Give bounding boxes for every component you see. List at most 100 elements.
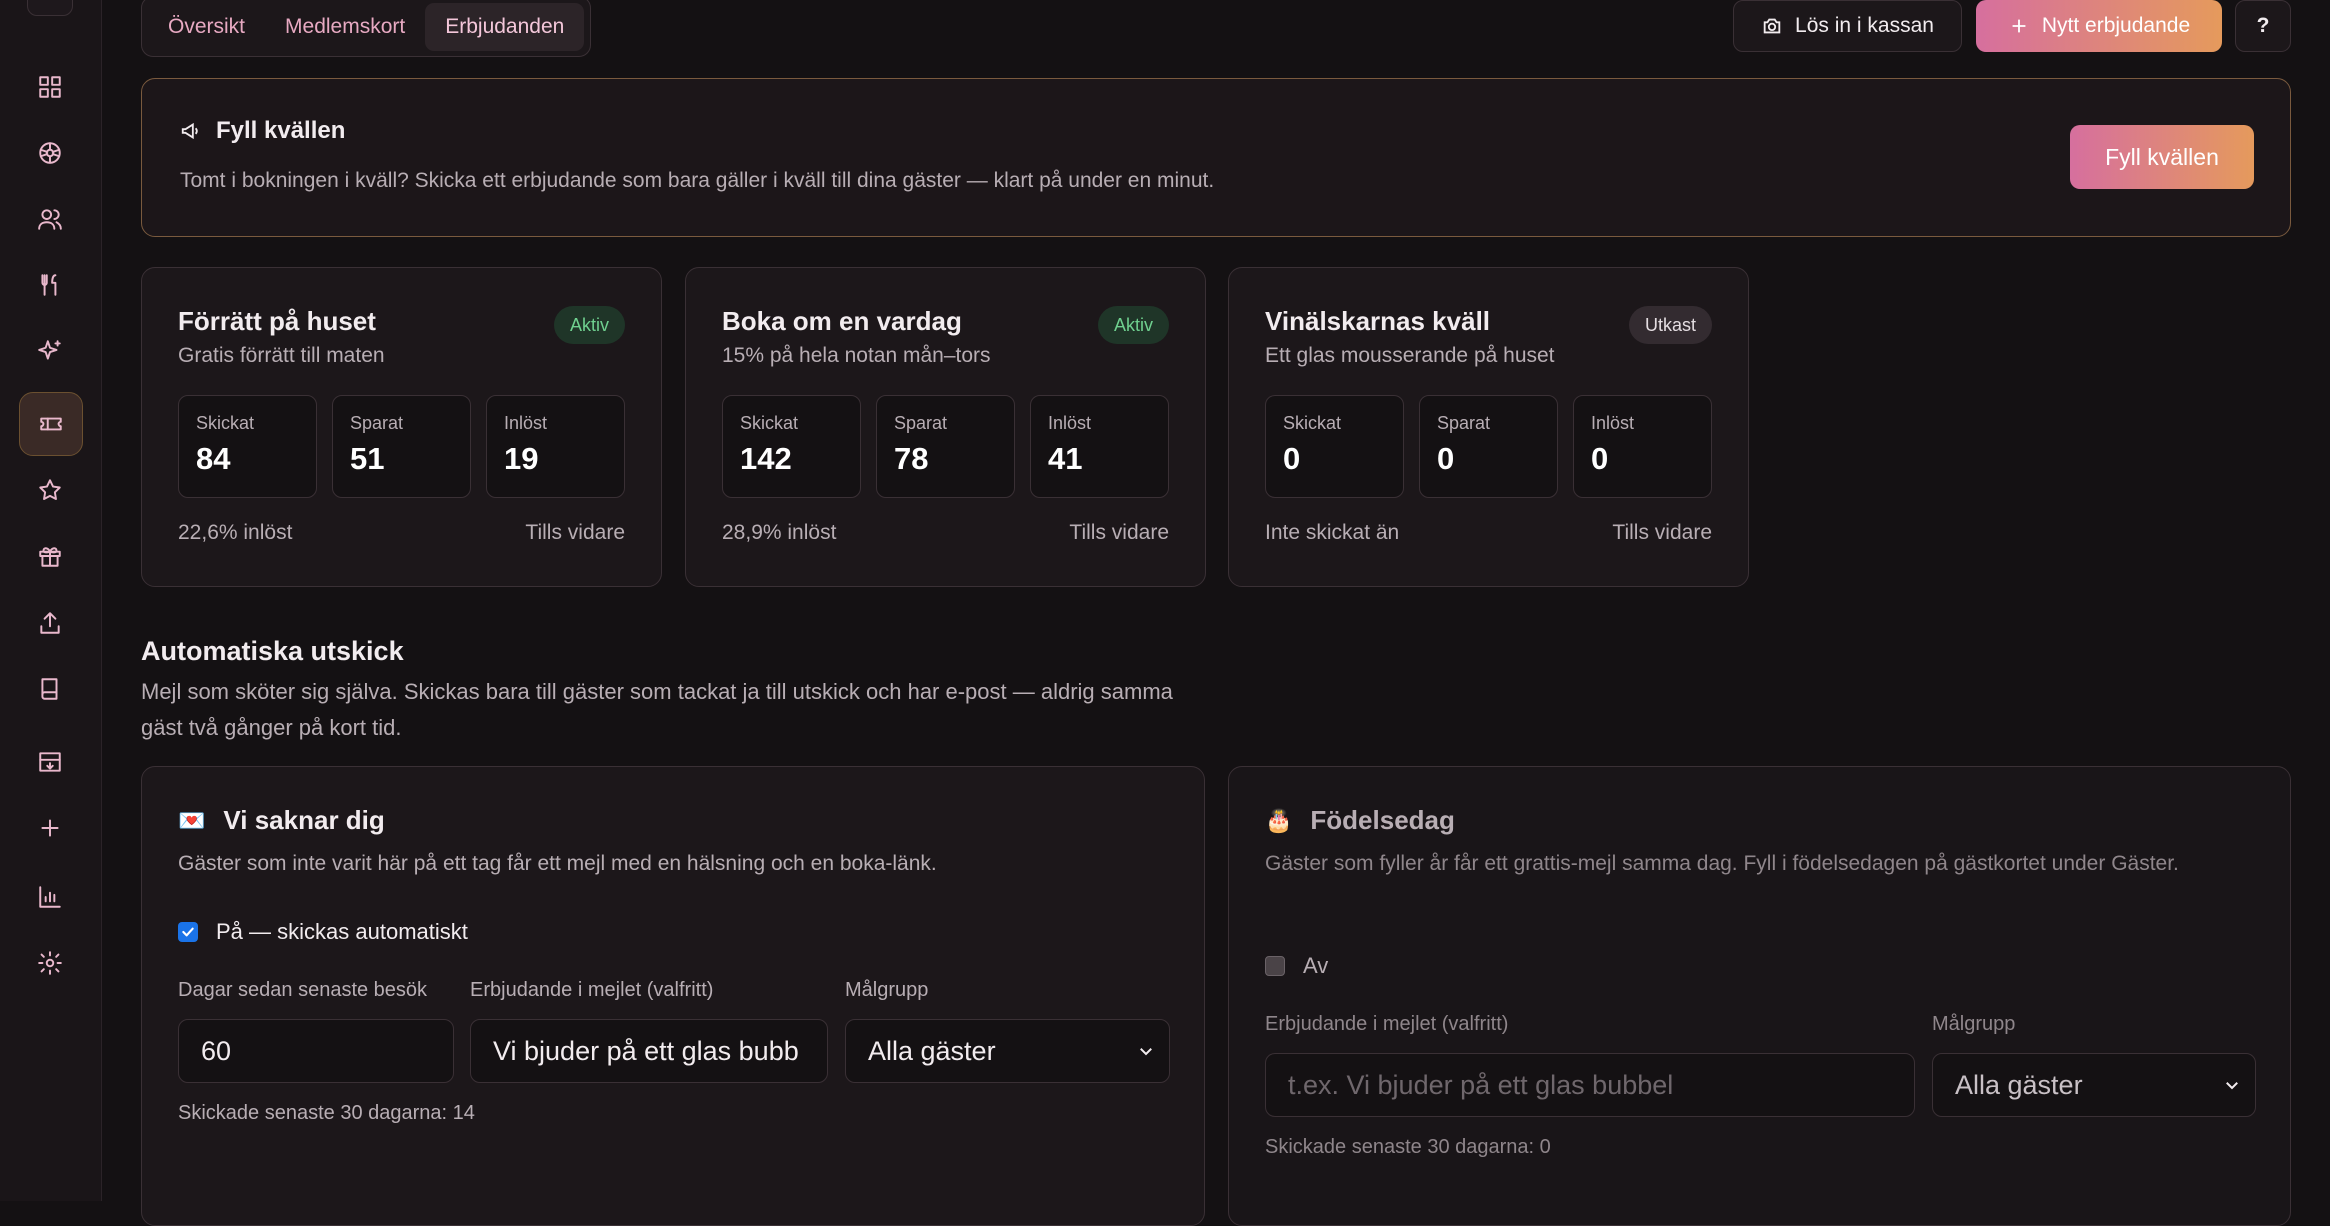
- offer-title: Vinälskarnas kväll: [1265, 306, 1491, 336]
- palette-icon: [39, 142, 61, 164]
- chevron-down-icon: [1140, 1048, 1152, 1056]
- sent-count: Skickade senaste 30 dagarna: 14: [178, 1102, 475, 1124]
- sidebar-item-menu[interactable]: [19, 254, 81, 316]
- sidebar-item-guests[interactable]: [19, 188, 81, 250]
- sparkles-icon: [38, 340, 61, 360]
- settings-users-icon: [38, 951, 62, 975]
- help-button[interactable]: ?: [2235, 0, 2291, 52]
- sidebar-item-settings[interactable]: [19, 932, 81, 994]
- cake-icon: 🎂: [1265, 807, 1293, 833]
- panel-title: 💌 Vi saknar dig: [178, 805, 385, 835]
- birthday-panel: 🎂 Födelsedag Gäster som fyller år får et…: [1228, 766, 2291, 1226]
- camera-icon: [1763, 18, 1781, 34]
- fill-evening-banner: Fyll kvällen Tomt i bokningen i kväll? S…: [141, 78, 2291, 237]
- archive-icon: [39, 752, 61, 772]
- panel-description: Gäster som fyller år får ett grattis-mej…: [1265, 852, 2179, 875]
- days-label: Dagar sedan senaste besök: [178, 979, 428, 1001]
- offer-label: Erbjudande i mejlet (valfritt): [470, 979, 714, 1001]
- audience-select[interactable]: Alla gäster: [845, 1019, 1170, 1083]
- megaphone-icon: [181, 122, 198, 140]
- sidebar-item-ai[interactable]: [19, 320, 81, 382]
- offer-card[interactable]: Boka om en vardag 15% på hela notan mån–…: [685, 267, 1206, 587]
- offer-input[interactable]: t.ex. Vi bjuder på ett glas bubbel: [1265, 1053, 1915, 1117]
- users-icon: [38, 209, 62, 230]
- stat-sent: Skickat 0: [1265, 395, 1404, 498]
- sidebar-collapse-button[interactable]: [27, 0, 73, 16]
- auto-send-toggle[interactable]: På — skickas automatiskt: [178, 919, 468, 945]
- stat-saved: Sparat 51: [332, 395, 471, 498]
- checkbox[interactable]: [178, 922, 198, 942]
- status-badge: Utkast: [1628, 306, 1712, 344]
- redemption-rate: Inte skickat än: [1265, 521, 1400, 544]
- section-title: Automatiska utskick: [141, 636, 404, 666]
- sent-count: Skickade senaste 30 dagarna: 0: [1265, 1136, 1551, 1158]
- offer-validity: Tills vidare: [1612, 521, 1712, 544]
- checkbox[interactable]: [1265, 956, 1285, 976]
- offer-validity: Tills vidare: [1069, 521, 1169, 544]
- sidebar: [0, 0, 102, 1201]
- gift-icon: [39, 547, 61, 567]
- offer-subtitle: 15% på hela notan mån–tors: [722, 344, 991, 367]
- offer-label: Erbjudande i mejlet (valfritt): [1265, 1013, 1509, 1035]
- banner-title: Fyll kvällen: [180, 117, 345, 145]
- plus-icon: [41, 819, 59, 837]
- tab-offers[interactable]: Erbjudanden: [425, 2, 585, 51]
- offer-subtitle: Gratis förrätt till maten: [178, 344, 385, 367]
- banner-description: Tomt i bokningen i kväll? Skicka ett erb…: [180, 169, 1215, 192]
- utensils-icon: [41, 274, 57, 296]
- tab-membership-cards[interactable]: Medlemskort: [265, 3, 425, 51]
- stat-redeemed: Inlöst 41: [1030, 395, 1169, 498]
- sidebar-item-design[interactable]: [19, 122, 81, 184]
- offer-title: Förrätt på huset: [178, 306, 376, 336]
- offer-input[interactable]: Vi bjuder på ett glas bubb: [470, 1019, 828, 1083]
- sidebar-item-gift-cards[interactable]: [19, 525, 81, 587]
- offer-title: Boka om en vardag: [722, 306, 962, 336]
- sidebar-item-offers[interactable]: [19, 392, 83, 456]
- upload-icon: [40, 612, 60, 634]
- sidebar-item-overview[interactable]: [19, 56, 81, 118]
- stat-saved: Sparat 0: [1419, 395, 1558, 498]
- auto-send-toggle[interactable]: Av: [1265, 953, 1328, 979]
- fill-evening-button[interactable]: Fyll kvällen: [2070, 125, 2254, 189]
- audience-label: Målgrupp: [1932, 1013, 2016, 1035]
- sidebar-item-statistics[interactable]: [19, 866, 81, 928]
- ticket-icon: [40, 417, 62, 431]
- grid-icon: [39, 76, 61, 98]
- status-badge: Aktiv: [1097, 306, 1169, 344]
- panel-description: Gäster som inte varit här på ett tag får…: [178, 852, 937, 875]
- bar-chart-icon: [39, 886, 61, 908]
- status-badge: Aktiv: [553, 306, 625, 344]
- offer-card[interactable]: Förrätt på huset Gratis förrätt till mat…: [141, 267, 662, 587]
- sidebar-item-export[interactable]: [19, 592, 81, 654]
- sidebar-item-bookings[interactable]: [19, 658, 81, 720]
- plus-icon: [2012, 19, 2026, 33]
- panel-title: 🎂 Födelsedag: [1265, 805, 1455, 835]
- offer-card[interactable]: Vinälskarnas kväll Ett glas mousserande …: [1228, 267, 1749, 587]
- tab-overview[interactable]: Översikt: [148, 3, 265, 51]
- section-description: Mejl som sköter sig själva. Skickas bara…: [141, 679, 1173, 740]
- new-offer-button[interactable]: Nytt erbjudande: [1976, 0, 2222, 52]
- stat-redeemed: Inlöst 19: [486, 395, 625, 498]
- miss-you-panel: 💌 Vi saknar dig Gäster som inte varit hä…: [141, 766, 1205, 1226]
- offer-validity: Tills vidare: [525, 521, 625, 544]
- redemption-rate: 22,6% inlöst: [178, 521, 293, 544]
- star-icon: [39, 479, 61, 500]
- check-icon: [182, 927, 194, 937]
- tab-bar: Översikt Medlemskort Erbjudanden: [141, 0, 592, 57]
- stat-saved: Sparat 78: [876, 395, 1015, 498]
- sidebar-item-reviews[interactable]: [19, 459, 81, 521]
- offer-subtitle: Ett glas mousserande på huset: [1265, 344, 1555, 367]
- sidebar-item-archive[interactable]: [19, 731, 81, 793]
- stat-sent: Skickat 84: [178, 395, 317, 498]
- book-icon: [41, 678, 58, 700]
- stat-sent: Skickat 142: [722, 395, 861, 498]
- audience-select[interactable]: Alla gäster: [1932, 1053, 2256, 1117]
- audience-label: Målgrupp: [845, 979, 929, 1001]
- redemption-rate: 28,9% inlöst: [722, 521, 837, 544]
- days-input[interactable]: 60: [178, 1019, 454, 1083]
- love-letter-icon: 💌: [178, 807, 206, 833]
- stat-redeemed: Inlöst 0: [1573, 395, 1712, 498]
- sidebar-item-add[interactable]: [19, 797, 81, 859]
- pos-login-button[interactable]: Lös in i kassan: [1733, 0, 1962, 52]
- chevron-down-icon: [2226, 1082, 2238, 1090]
